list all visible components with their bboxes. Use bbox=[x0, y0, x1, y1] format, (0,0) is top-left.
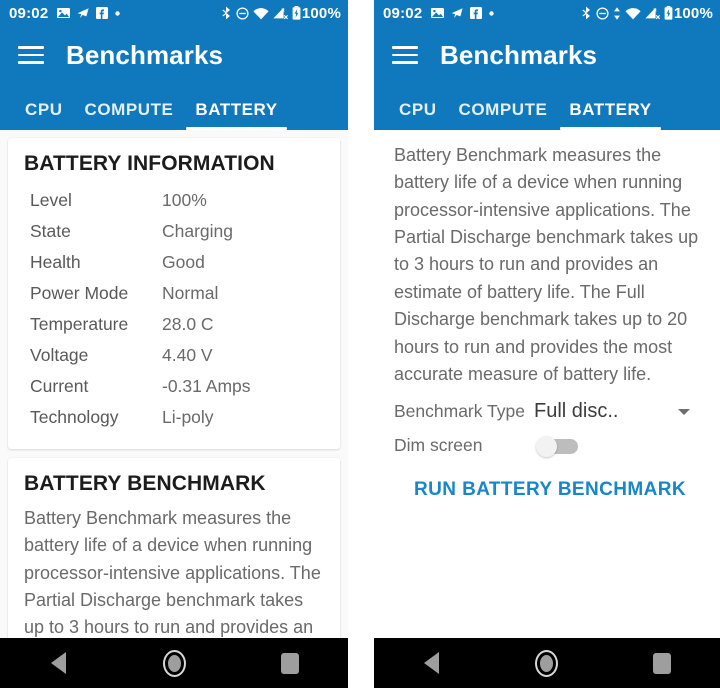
dot-icon bbox=[115, 10, 121, 16]
info-row-technology: Technology Li-poly bbox=[24, 402, 324, 433]
bluetooth-icon bbox=[221, 6, 232, 20]
battery-charging-icon bbox=[292, 6, 301, 20]
recents-nav-icon[interactable] bbox=[638, 639, 686, 687]
tab-compute[interactable]: COMPUTE bbox=[74, 100, 185, 130]
benchmark-type-label: Benchmark Type bbox=[394, 400, 525, 421]
toggle-knob bbox=[536, 436, 557, 458]
status-bar-notification-icons bbox=[431, 7, 495, 19]
mobile-signal-icon: R bbox=[645, 7, 660, 20]
benchmark-type-value: Full disc.. bbox=[534, 400, 619, 423]
info-row-voltage: Voltage 4.40 V bbox=[24, 340, 324, 371]
tab-bar: CPU COMPUTE BATTERY bbox=[374, 84, 720, 130]
dot-icon bbox=[489, 10, 495, 16]
facebook-icon bbox=[96, 7, 109, 19]
page-title: Benchmarks bbox=[66, 39, 224, 70]
app-bar: Benchmarks CPU COMPUTE BATTERY bbox=[374, 26, 720, 130]
info-key: Current bbox=[30, 376, 89, 396]
info-row-temperature: Temperature 28.0 C bbox=[24, 309, 324, 340]
app-bar-top: Benchmarks bbox=[374, 26, 720, 84]
left-phone-screen: 09:02 R 100% Benchmarks CPU COMPUTE BATT… bbox=[0, 0, 348, 688]
info-value: Li-poly bbox=[162, 407, 214, 427]
battery-percent-label: 100% bbox=[301, 4, 341, 22]
svg-text:R: R bbox=[653, 7, 657, 12]
image-icon bbox=[431, 7, 445, 19]
info-value: 4.40 V bbox=[162, 345, 213, 365]
battery-benchmark-description: Battery Benchmark measures the battery l… bbox=[394, 145, 699, 384]
run-battery-benchmark-button[interactable]: RUN BATTERY BENCHMARK bbox=[394, 477, 706, 502]
info-row-level: Level 100% bbox=[24, 185, 324, 216]
right-navigation-bar bbox=[374, 638, 720, 688]
info-value: Charging bbox=[162, 221, 234, 241]
info-value: -0.31 Amps bbox=[162, 376, 251, 396]
chevron-down-icon bbox=[678, 408, 690, 415]
status-bar-notification-icons bbox=[57, 7, 121, 19]
recents-nav-icon[interactable] bbox=[266, 639, 314, 687]
info-key: Level bbox=[30, 190, 72, 210]
send-icon bbox=[451, 7, 463, 19]
screenshot-stage: 09:02 R 100% Benchmarks CPU COMPUTE BATT… bbox=[0, 0, 720, 688]
image-icon bbox=[57, 7, 71, 19]
info-value: Good bbox=[162, 252, 205, 272]
wifi-icon bbox=[253, 7, 269, 20]
info-key: Power Mode bbox=[30, 283, 129, 303]
info-row-power-mode: Power Mode Normal bbox=[24, 278, 324, 309]
back-nav-icon[interactable] bbox=[408, 639, 456, 687]
page-title: Benchmarks bbox=[440, 39, 598, 70]
data-sync-icon bbox=[613, 6, 621, 20]
info-key: Health bbox=[30, 252, 81, 272]
info-value: 100% bbox=[162, 190, 207, 210]
back-nav-icon[interactable] bbox=[34, 639, 82, 687]
tab-compute[interactable]: COMPUTE bbox=[448, 100, 559, 130]
right-content-area: Battery Benchmark measures the battery l… bbox=[374, 130, 720, 688]
dim-screen-row: Dim screen bbox=[394, 435, 706, 458]
info-row-health: Health Good bbox=[24, 247, 324, 278]
info-value: Normal bbox=[162, 283, 219, 303]
info-row-current: Current -0.31 Amps bbox=[24, 371, 324, 402]
info-row-state: State Charging bbox=[24, 216, 324, 247]
status-bar: 09:02 R 100% bbox=[374, 0, 720, 26]
hamburger-menu-icon[interactable] bbox=[18, 46, 44, 64]
app-bar-top: Benchmarks bbox=[0, 26, 348, 84]
svg-text:R: R bbox=[281, 7, 285, 12]
status-bar-clock: 09:02 bbox=[9, 4, 49, 22]
tab-cpu[interactable]: CPU bbox=[388, 100, 448, 130]
tab-bar: CPU COMPUTE BATTERY bbox=[0, 84, 348, 130]
battery-information-card: BATTERY INFORMATION Level 100% State Cha… bbox=[8, 138, 340, 449]
status-bar-system-icons: R bbox=[221, 6, 301, 20]
home-nav-icon[interactable] bbox=[150, 639, 198, 687]
left-navigation-bar bbox=[0, 638, 348, 688]
tab-cpu[interactable]: CPU bbox=[14, 100, 74, 130]
status-bar: 09:02 R 100% bbox=[0, 0, 348, 26]
app-bar: Benchmarks CPU COMPUTE BATTERY bbox=[0, 26, 348, 130]
info-key: Temperature bbox=[30, 314, 129, 334]
benchmark-type-row: Benchmark Type Full disc.. bbox=[394, 400, 706, 423]
dim-screen-toggle[interactable] bbox=[536, 436, 582, 458]
tab-battery[interactable]: BATTERY bbox=[558, 100, 662, 130]
battery-percent-label: 100% bbox=[673, 4, 713, 22]
tab-battery[interactable]: BATTERY bbox=[184, 100, 288, 130]
left-content-area: BATTERY INFORMATION Level 100% State Cha… bbox=[0, 130, 348, 688]
mobile-signal-icon: R bbox=[273, 7, 288, 20]
info-key: Voltage bbox=[30, 345, 89, 365]
info-key: Technology bbox=[30, 407, 119, 427]
home-nav-icon[interactable] bbox=[523, 639, 571, 687]
dim-screen-label: Dim screen bbox=[394, 435, 483, 456]
wifi-icon bbox=[625, 7, 641, 20]
hamburger-menu-icon[interactable] bbox=[392, 46, 418, 64]
right-phone-screen: 09:02 R 100% Benchmarks CPU COMPUTE BATT… bbox=[374, 0, 720, 688]
do-not-disturb-icon bbox=[236, 6, 249, 20]
do-not-disturb-icon bbox=[596, 6, 609, 20]
battery-information-title: BATTERY INFORMATION bbox=[24, 152, 275, 175]
bluetooth-icon bbox=[581, 6, 592, 20]
battery-charging-icon bbox=[664, 6, 673, 20]
status-bar-clock: 09:02 bbox=[383, 4, 423, 22]
info-value: 28.0 C bbox=[162, 314, 214, 334]
send-icon bbox=[77, 7, 89, 19]
facebook-icon bbox=[470, 7, 483, 19]
status-bar-system-icons: R bbox=[581, 6, 673, 20]
battery-benchmark-card: Battery Benchmark measures the battery l… bbox=[374, 130, 720, 688]
info-key: State bbox=[30, 221, 71, 241]
benchmark-type-select[interactable]: Full disc.. bbox=[534, 400, 706, 423]
battery-benchmark-title: BATTERY BENCHMARK bbox=[24, 472, 266, 495]
